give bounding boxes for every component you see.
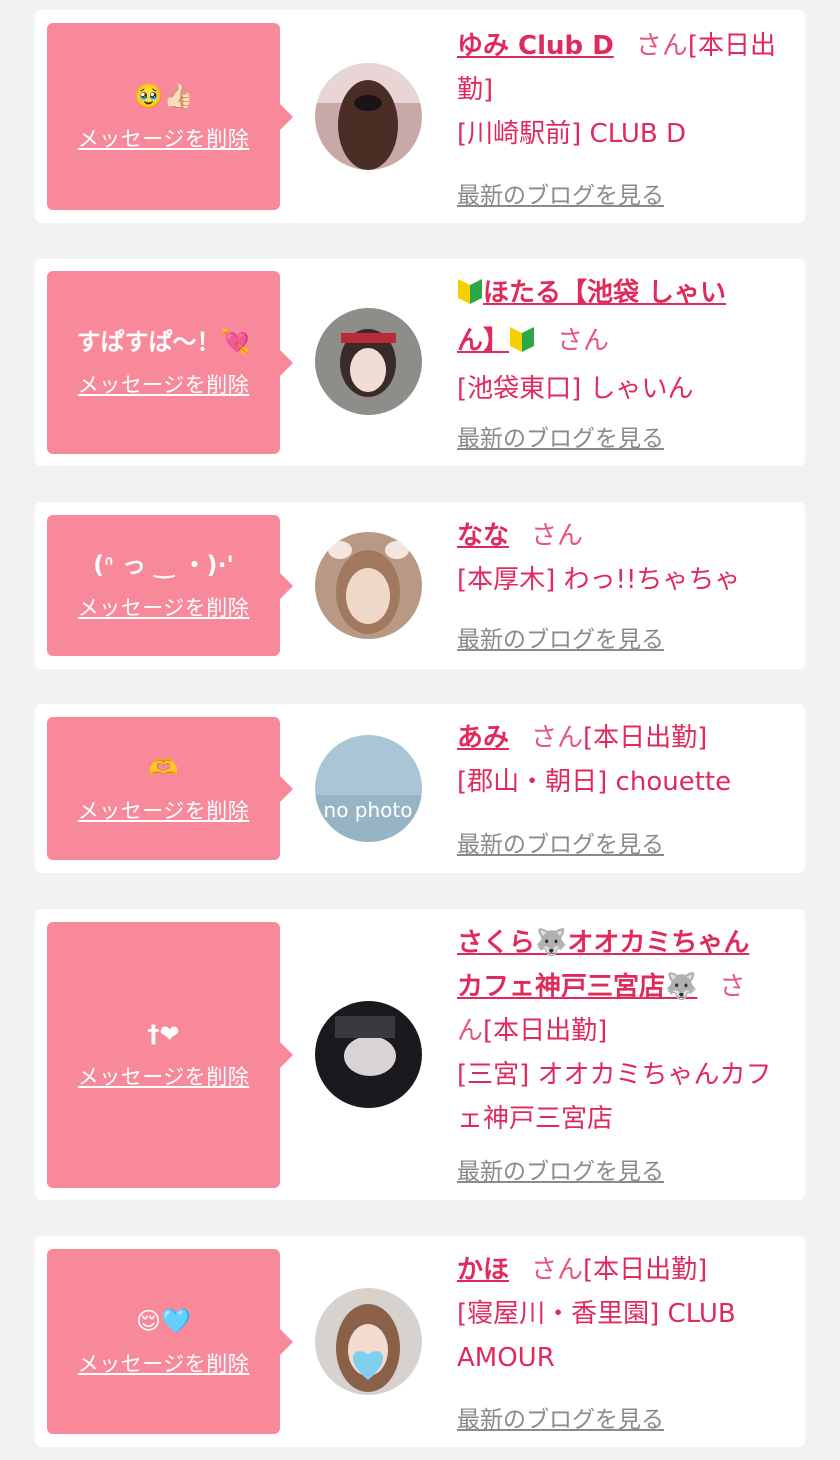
cast-info: ゆみ Club D さん[本日出勤] [川崎駅前] CLUB D [457,24,792,156]
message-bubble: 🥹👍🏻 メッセージを削除 [47,23,293,210]
message-card: (ᐢ っ ‿ ・)·' メッセージを削除 なな さん [本厚木] わっ!!ちゃちゃ… [35,502,805,669]
shop-name: [三宮] オオカミちゃんカフ [457,1060,772,1090]
delete-message-link[interactable]: メッセージを削除 [78,795,250,825]
cast-info: あみ さん[本日出勤] [郡山・朝日] chouette [457,716,792,804]
message-card: すぱすぱ〜！💘 メッセージを削除 ほたる【池袋 しゃいん】 さん [池袋東口] し… [35,259,805,466]
cast-name-link[interactable]: あみ [457,723,509,753]
cast-info: なな さん [本厚木] わっ!!ちゃちゃ [457,514,792,602]
avatar[interactable] [315,63,422,170]
cast-name-part: ん】 [457,326,510,356]
attendance-status: [本日出勤] [483,1016,608,1046]
delete-message-link[interactable]: メッセージを削除 [78,1348,250,1378]
cast-name-link[interactable]: さくら🐺オオカミちゃん カフェ神戸三宮店🐺 [457,928,749,1002]
shop-name: AMOUR [457,1343,555,1373]
avatar[interactable] [315,532,422,639]
delete-message-link[interactable]: メッセージを削除 [78,592,250,622]
blog-link[interactable]: 最新のブログを見る [457,419,664,453]
cast-name-part: ほたる【池袋 しゃい [483,278,727,308]
cast-name-part: カフェ神戸三宮店🐺 [457,972,698,1002]
message-bubble: すぱすぱ〜！💘 メッセージを削除 [47,271,293,454]
blog-link[interactable]: 最新のブログを見る [457,620,664,654]
honorific: さん [531,1255,584,1285]
avatar[interactable] [315,1001,422,1108]
cast-name-link[interactable]: かほ [457,1255,509,1285]
message-text: 🥹👍🏻 [133,81,194,110]
blog-link[interactable]: 最新のブログを見る [457,825,664,859]
avatar[interactable] [315,1288,422,1395]
shop-name: [本厚木] わっ!!ちゃちゃ [457,565,741,595]
delete-message-link[interactable]: メッセージを削除 [78,1061,250,1091]
honorific: ん [457,1016,484,1046]
beginner-mark-icon [509,323,535,367]
message-bubble: 🫶 メッセージを削除 [47,717,293,860]
message-text: (ᐢ っ ‿ ・)·' [93,550,234,579]
cast-info: さくら🐺オオカミちゃん カフェ神戸三宮店🐺 さ ん[本日出勤] [三宮] オオカミち… [457,921,792,1141]
message-text: すぱすぱ〜！💘 [76,327,251,356]
shop-name: [川崎駅前] CLUB D [457,119,687,149]
blog-link[interactable]: 最新のブログを見る [457,176,664,210]
cast-info: ほたる【池袋 しゃいん】 さん [池袋東口] しゃいん [457,271,792,411]
message-bubble: †❤ メッセージを削除 [47,922,293,1188]
shop-name: [池袋東口] しゃいん [457,374,694,404]
blog-link[interactable]: 最新のブログを見る [457,1400,664,1434]
beginner-mark-icon [457,275,483,319]
honorific: さ [719,972,746,1002]
attendance-status: [本日出勤] [583,723,708,753]
cast-name-link[interactable]: ゆみ Club D [457,31,614,61]
cast-name-part: さくら🐺オオカミちゃん [457,928,750,958]
avatar[interactable]: no photo [315,735,422,842]
message-card: 😌🩵 メッセージを削除 かほ さん[本日出勤] [寝屋川・香里園] CLUB AM… [35,1236,805,1447]
shop-name: [郡山・朝日] chouette [457,767,732,797]
message-text: 🫶 [148,753,179,782]
message-card: 🥹👍🏻 メッセージを削除 ゆみ Club D さん[本日出勤] [川崎駅前] CL… [35,10,805,223]
message-text: †❤ [147,1020,180,1048]
cast-info: かほ さん[本日出勤] [寝屋川・香里園] CLUB AMOUR [457,1248,792,1380]
shop-name: [寝屋川・香里園] CLUB [457,1299,736,1329]
no-photo-text: no photo [324,798,413,822]
attendance-status: [本日出勤] [583,1255,708,1285]
honorific: さん [531,723,584,753]
delete-message-link[interactable]: メッセージを削除 [78,123,250,153]
message-bubble: (ᐢ っ ‿ ・)·' メッセージを削除 [47,515,293,656]
cast-name-link[interactable]: なな [457,521,509,551]
delete-message-link[interactable]: メッセージを削除 [78,369,250,399]
message-card: †❤ メッセージを削除 さくら🐺オオカミちゃん カフェ神戸三宮店🐺 さ ん[本日出勤… [35,909,805,1200]
blog-link[interactable]: 最新のブログを見る [457,1152,664,1186]
message-card: 🫶 メッセージを削除 no photo あみ さん[本日出勤] [郡山・朝日] c… [35,704,805,873]
message-text: 😌🩵 [136,1306,191,1335]
honorific: さん [635,31,688,61]
honorific: さん [531,521,584,551]
message-bubble: 😌🩵 メッセージを削除 [47,1249,293,1434]
honorific: さん [557,326,610,356]
avatar[interactable] [315,308,422,415]
shop-name: ェ神戸三宮店 [457,1104,614,1134]
